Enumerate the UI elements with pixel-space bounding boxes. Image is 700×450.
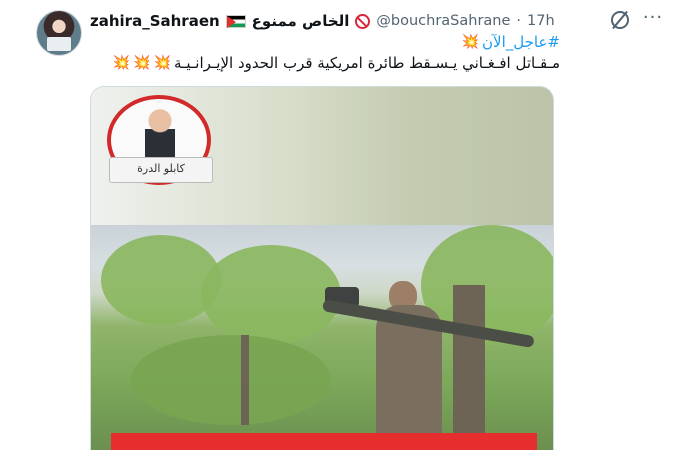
no-entry-icon (355, 13, 371, 29)
tweet-video[interactable]: كابلو الدرة (90, 86, 554, 450)
palestine-flag-icon (225, 14, 246, 28)
tweet[interactable]: zahira_Sahraen الخاص ممنوع @bouchraSahra… (0, 0, 700, 450)
more-options-icon[interactable]: ··· (640, 9, 666, 29)
hashtag-link[interactable]: #عاجل_الآن (482, 33, 560, 51)
collision-emoji-icon: 💥 (112, 55, 131, 71)
separator-dot: · (516, 13, 522, 29)
video-caption-bar (111, 433, 537, 450)
author-display-name[interactable]: zahira_Sahraen (90, 12, 220, 30)
tweet-timestamp[interactable]: 17h (527, 13, 555, 29)
collision-emoji-icon: 💥 (153, 55, 171, 71)
author-handle[interactable]: @bouchraSahrane (376, 13, 510, 29)
avatar-badge (47, 37, 71, 51)
tweet-header: zahira_Sahraen الخاص ممنوع @bouchraSahra… (90, 10, 650, 32)
collision-emoji-icon: 💥 (133, 55, 151, 71)
video-frame-scene (91, 225, 553, 450)
tree-trunk (241, 335, 249, 425)
tweet-text-line-hashtag: #عاجل_الآن 💥 (462, 33, 560, 51)
author-avatar[interactable] (36, 10, 82, 56)
tweet-text: مـقـاتل افـغـاني يـسـقط طائرة امريكية قر… (173, 54, 560, 72)
tree-trunk (453, 285, 485, 450)
collision-emoji-icon: 💥 (461, 34, 480, 50)
logo-caption: كابلو الدرة (109, 157, 213, 183)
author-name-suffix[interactable]: الخاص ممنوع (252, 12, 350, 30)
logo-person-image (145, 109, 175, 163)
grok-icon[interactable] (611, 11, 629, 29)
tweet-text-line-body: مـقـاتل افـغـاني يـسـقط طائرة امريكية قر… (113, 54, 560, 72)
tree-foliage (131, 335, 331, 425)
tree-foliage (201, 245, 341, 345)
